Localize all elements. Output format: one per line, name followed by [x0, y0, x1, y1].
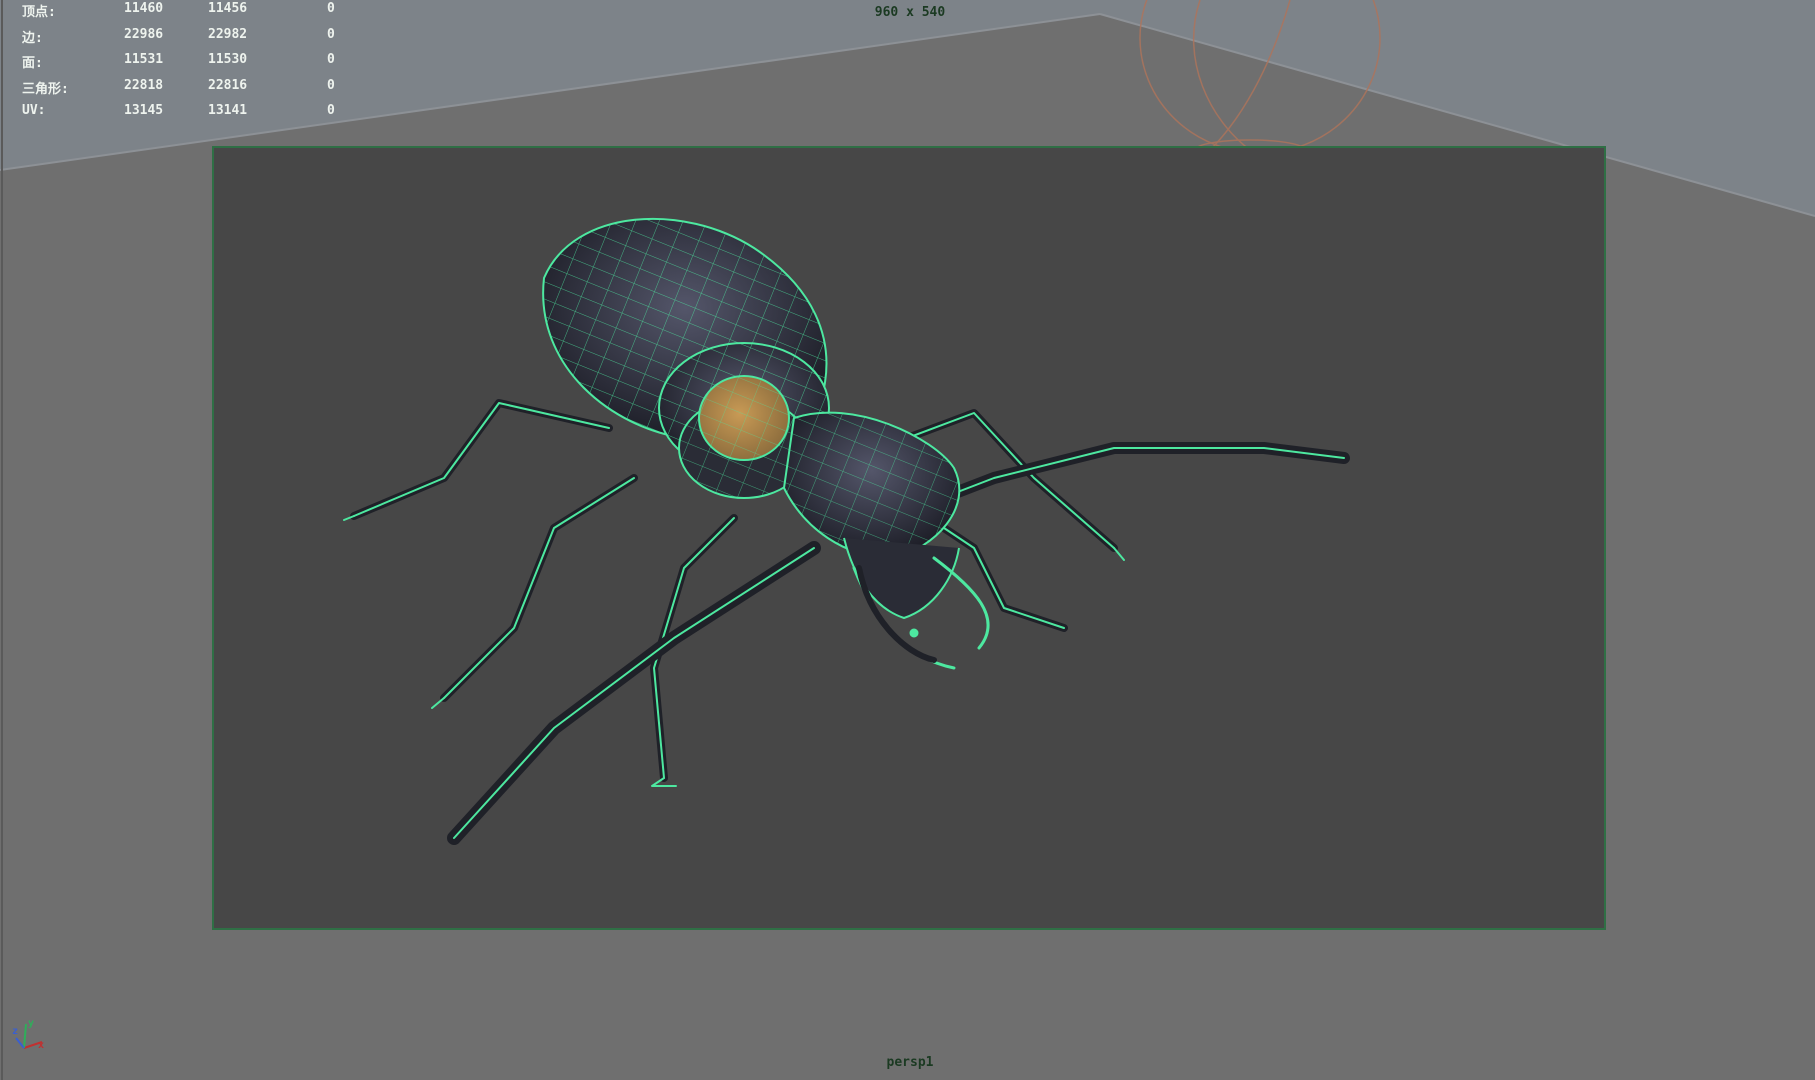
- hud-row: 三角形: 22818 22816 0: [22, 77, 352, 103]
- resolution-gate: [212, 146, 1606, 930]
- axis-gizmo-icon: x y z: [12, 1018, 46, 1054]
- hud-v1: 13145: [124, 103, 164, 119]
- hud-row: 面: 11531 11530 0: [22, 51, 352, 77]
- hud-v2: 22816: [208, 77, 248, 93]
- camera-name-label: persp1: [886, 1055, 934, 1070]
- hud-row: 顶点: 11460 11456 0: [22, 0, 352, 26]
- perspective-viewport[interactable]: 顶点: 11460 11456 0 边: 22986 22982 0 面: 11531 11530 0…: [0, 0, 1815, 1080]
- hud-v1: 22818: [124, 77, 164, 93]
- poly-count-hud: 顶点: 11460 11456 0 边: 22986 22982 0 面: 11531 11530 0…: [22, 0, 352, 128]
- hud-row: 边: 22986 22982 0: [22, 26, 352, 52]
- hud-v3: 0: [327, 77, 335, 93]
- hud-v3: 0: [327, 26, 335, 42]
- hud-row: UV: 13145 13141 0: [22, 102, 352, 128]
- hud-v2: 13141: [208, 103, 248, 119]
- axis-z-label: z: [12, 1026, 19, 1037]
- beetle-wireframe-model[interactable]: [214, 148, 1604, 928]
- hud-label: 顶点:: [22, 5, 56, 20]
- hud-v2: 22982: [208, 26, 248, 42]
- hud-v3: 0: [327, 52, 335, 68]
- hud-label: 边:: [22, 30, 43, 46]
- hud-v3: 0: [327, 1, 335, 16]
- hud-v2: 11530: [208, 52, 248, 68]
- hud-v2: 11456: [208, 1, 248, 16]
- axis-x-label: x: [38, 1040, 45, 1051]
- hud-label: 三角形:: [22, 81, 69, 97]
- hud-v1: 22986: [124, 26, 164, 42]
- hud-v3: 0: [327, 103, 335, 119]
- hud-label: UV:: [22, 103, 46, 119]
- beetle-body: [542, 217, 961, 620]
- resolution-readout: 960 x 540: [874, 5, 946, 20]
- axis-y-label: y: [28, 1018, 35, 1029]
- hud-label: 面:: [22, 56, 43, 72]
- hud-v1: 11460: [124, 1, 164, 16]
- hud-v1: 11531: [124, 52, 164, 68]
